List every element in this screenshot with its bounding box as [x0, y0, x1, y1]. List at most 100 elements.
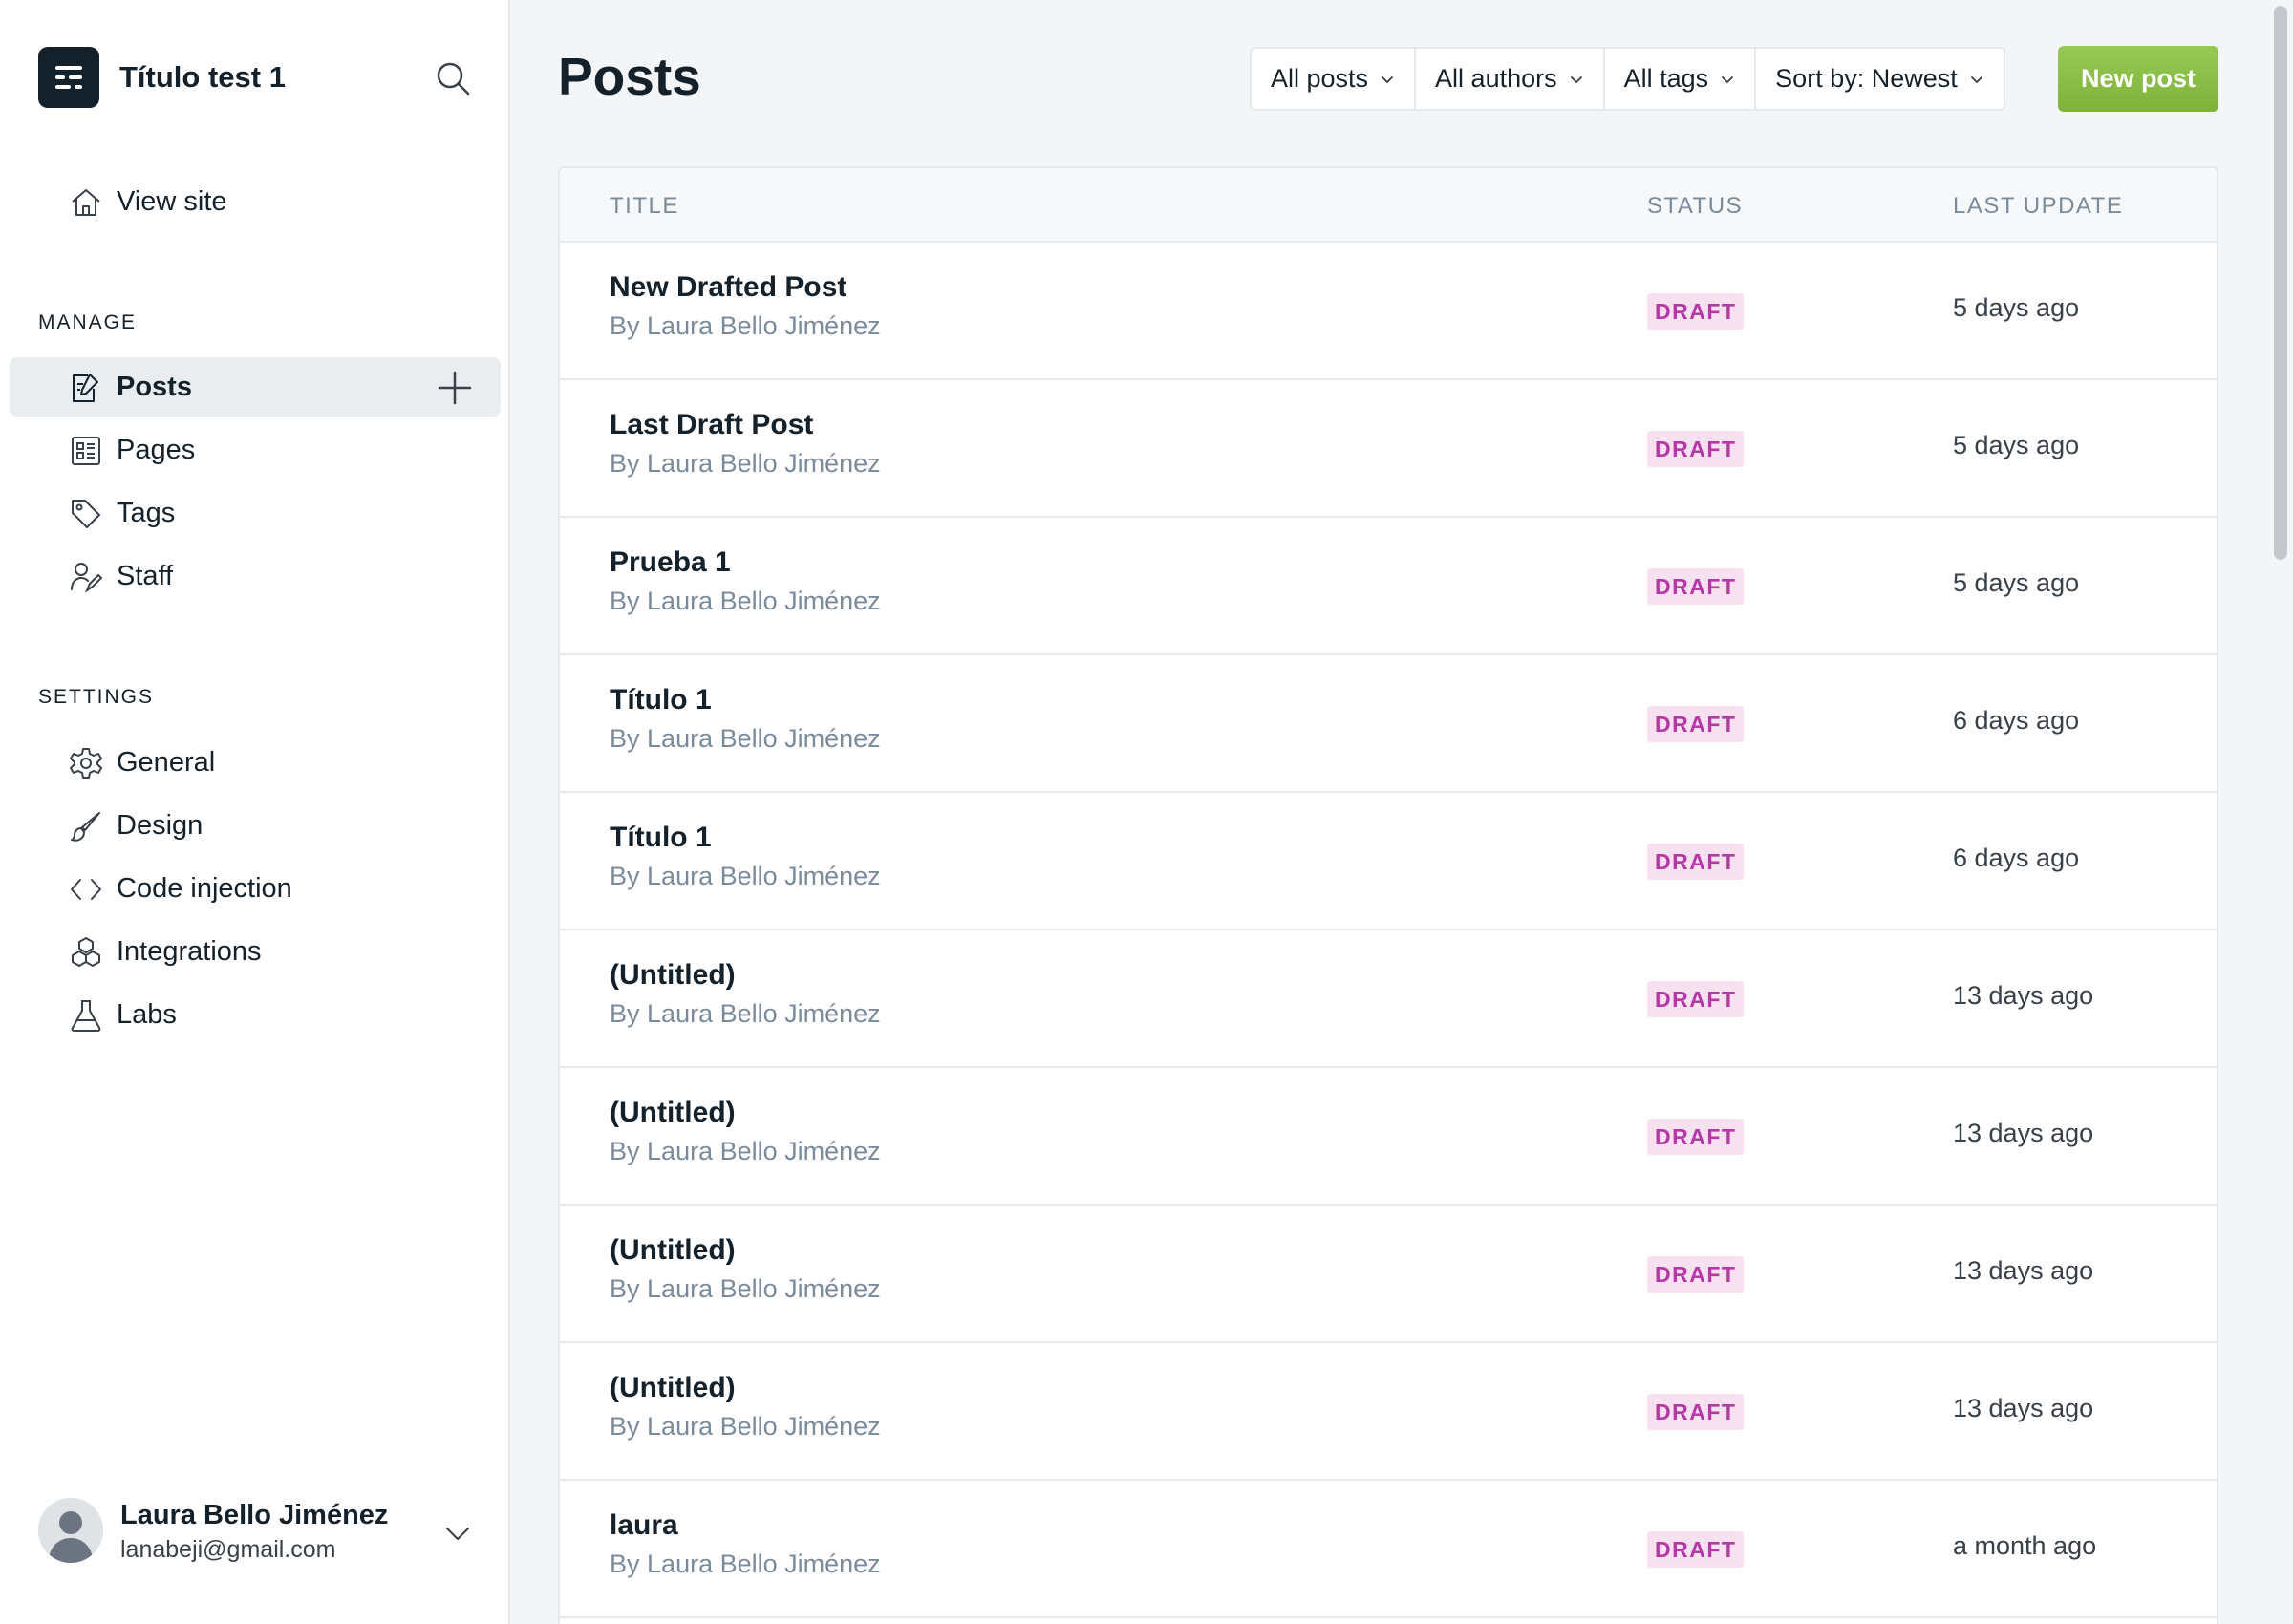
- byline-prefix: By: [610, 1412, 640, 1441]
- nav-integrations-label: Integrations: [117, 935, 262, 967]
- table-row[interactable]: New Drafted Post By Laura Bello Jiménez DR…: [560, 243, 2217, 380]
- status-badge: DRAFT: [1647, 1394, 1745, 1430]
- post-byline: By Laura Bello Jiménez: [610, 449, 881, 479]
- filter-post-type-label: All posts: [1271, 64, 1369, 93]
- user-email: lanabeji@gmail.com: [120, 1536, 336, 1563]
- settings-section-label: SETTINGS: [38, 686, 155, 708]
- table-row[interactable]: (Untitled) By Laura Bello Jiménez DRAFT 13 …: [560, 1206, 2217, 1343]
- manage-section-label: MANAGE: [38, 311, 138, 333]
- filter-sort[interactable]: Sort by: Newest: [1756, 49, 2004, 109]
- post-last-update: 5 days ago: [1953, 431, 2080, 459]
- post-author: Laura Bello Jiménez: [647, 311, 881, 340]
- nav-general-label: General: [117, 746, 216, 778]
- avatar: [38, 1498, 103, 1563]
- post-title: Título 1: [610, 822, 712, 853]
- post-byline: By Laura Bello Jiménez: [610, 311, 881, 341]
- nav-view-site-label: View site: [117, 185, 227, 217]
- gear-icon: [69, 746, 103, 780]
- nav-integrations[interactable]: Integrations: [10, 922, 501, 981]
- byline-prefix: By: [610, 311, 640, 340]
- status-badge: DRAFT: [1647, 1119, 1745, 1155]
- byline-prefix: By: [610, 999, 640, 1028]
- new-post-button[interactable]: New post: [2058, 46, 2218, 112]
- posts-table: TITLE STATUS LAST UPDATE New Drafted Pos…: [558, 166, 2218, 1624]
- status-badge: DRAFT: [1647, 293, 1745, 330]
- byline-prefix: By: [610, 1274, 640, 1303]
- post-byline: By Laura Bello Jiménez: [610, 1412, 881, 1442]
- pages-icon: [69, 434, 103, 468]
- table-row[interactable]: Título 1 By Laura Bello Jiménez DRAFT 6 day…: [560, 793, 2217, 930]
- status-badge: DRAFT: [1647, 1256, 1745, 1293]
- nav-staff-label: Staff: [117, 560, 174, 591]
- chevron-down-icon: [1382, 75, 1393, 83]
- byline-prefix: By: [610, 862, 640, 890]
- filter-tags[interactable]: All tags: [1605, 49, 1757, 109]
- home-icon: [69, 185, 103, 220]
- user-name: Laura Bello Jiménez: [120, 1500, 389, 1530]
- post-author: Laura Bello Jiménez: [647, 724, 881, 753]
- table-row[interactable]: laura By Laura Bello Jiménez DRAFT a month …: [560, 1481, 2217, 1618]
- filter-authors[interactable]: All authors: [1416, 49, 1605, 109]
- tag-icon: [69, 497, 103, 531]
- nav-tags[interactable]: Tags: [10, 483, 501, 543]
- post-last-update: 13 days ago: [1953, 981, 2094, 1010]
- status-badge: DRAFT: [1647, 1531, 1745, 1568]
- column-header-last-update: LAST UPDATE: [1953, 193, 2124, 219]
- nav-posts-label: Posts: [117, 371, 192, 402]
- post-byline: By Laura Bello Jiménez: [610, 999, 881, 1029]
- nav-labs[interactable]: Labs: [10, 985, 501, 1044]
- post-author: Laura Bello Jiménez: [647, 1549, 881, 1578]
- post-title: New Drafted Post: [610, 271, 847, 303]
- filter-authors-label: All authors: [1435, 64, 1557, 93]
- scrollbar[interactable]: [2270, 0, 2293, 1624]
- post-author: Laura Bello Jiménez: [647, 999, 881, 1028]
- post-author: Laura Bello Jiménez: [647, 449, 881, 478]
- nav-posts[interactable]: Posts: [10, 357, 501, 417]
- nav-code-injection[interactable]: Code injection: [10, 859, 501, 918]
- post-title: (Untitled): [610, 1372, 736, 1403]
- filter-post-type[interactable]: All posts: [1252, 49, 1417, 109]
- add-post-icon[interactable]: [436, 369, 474, 407]
- search-icon[interactable]: [432, 57, 474, 99]
- scrollbar-thumb[interactable]: [2274, 6, 2287, 560]
- post-title: Prueba 1: [610, 546, 731, 578]
- post-last-update: 13 days ago: [1953, 1394, 2094, 1422]
- nav-general[interactable]: General: [10, 733, 501, 792]
- post-author: Laura Bello Jiménez: [647, 587, 881, 615]
- table-row[interactable]: (Untitled) By Laura Bello Jiménez DRAFT 13 …: [560, 1343, 2217, 1481]
- post-title: Título 1: [610, 684, 712, 716]
- posts-icon: [69, 371, 103, 405]
- status-badge: DRAFT: [1647, 981, 1745, 1017]
- byline-prefix: By: [610, 724, 640, 753]
- post-last-update: 13 days ago: [1953, 1256, 2094, 1285]
- site-logo-icon: [38, 47, 99, 108]
- post-byline: By Laura Bello Jiménez: [610, 1549, 881, 1579]
- status-badge: DRAFT: [1647, 844, 1745, 880]
- post-last-update: 5 days ago: [1953, 568, 2080, 597]
- table-row[interactable]: Last Draft Post By Laura Bello Jiménez DRA…: [560, 380, 2217, 518]
- nav-pages-label: Pages: [117, 434, 196, 465]
- status-badge: DRAFT: [1647, 431, 1745, 467]
- nav-pages[interactable]: Pages: [10, 420, 501, 480]
- post-last-update: 5 days ago: [1953, 293, 2080, 322]
- post-byline: By Laura Bello Jiménez: [610, 587, 881, 616]
- post-byline: By Laura Bello Jiménez: [610, 724, 881, 754]
- nav-design[interactable]: Design: [10, 796, 501, 855]
- nav-view-site[interactable]: View site: [10, 172, 501, 231]
- nav-labs-label: Labs: [117, 998, 177, 1030]
- table-row[interactable]: (Untitled) By Laura Bello Jiménez DRAFT 13 …: [560, 1068, 2217, 1206]
- post-byline: By Laura Bello Jiménez: [610, 862, 881, 891]
- post-title: laura: [610, 1509, 678, 1541]
- user-menu[interactable]: Laura Bello Jiménez lanabeji@gmail.com: [38, 1498, 478, 1565]
- nav-staff[interactable]: Staff: [10, 546, 501, 606]
- table-row[interactable]: Prueba 1 By Laura Bello Jiménez DRAFT 5 day…: [560, 518, 2217, 655]
- table-row[interactable]: (Untitled) By Laura Bello Jiménez DRAFT 13 …: [560, 930, 2217, 1068]
- site-brand[interactable]: Título test 1: [38, 47, 286, 108]
- chevron-down-icon[interactable]: [443, 1519, 472, 1548]
- chevron-down-icon: [1570, 75, 1582, 83]
- table-row[interactable]: Título 1 By Laura Bello Jiménez DRAFT 6 day…: [560, 655, 2217, 793]
- post-title: (Untitled): [610, 959, 736, 991]
- column-header-status: STATUS: [1647, 193, 1744, 219]
- post-title: (Untitled): [610, 1234, 736, 1266]
- byline-prefix: By: [610, 1549, 640, 1578]
